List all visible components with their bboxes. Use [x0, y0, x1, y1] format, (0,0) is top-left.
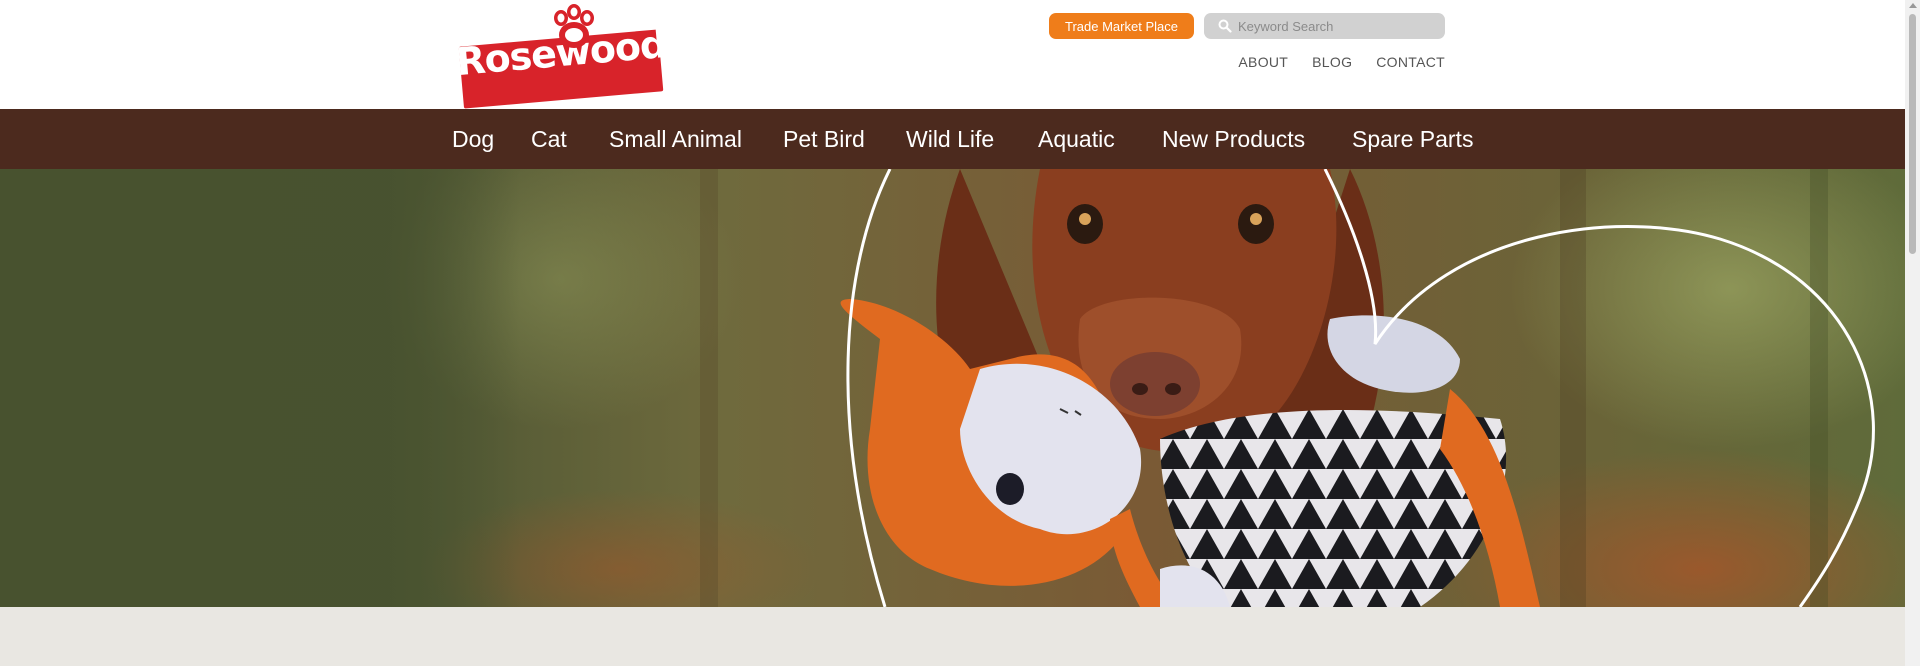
nav-item-cat[interactable]: Cat: [531, 109, 567, 169]
nav-item-pet-bird[interactable]: Pet Bird: [783, 109, 865, 169]
site-header: Rosewood Trade Market Place ABOUT BLOG C…: [0, 0, 1905, 109]
rosewood-logo[interactable]: Rosewood: [454, 2, 668, 109]
nav-item-aquatic[interactable]: Aquatic: [1038, 109, 1115, 169]
vertical-scrollbar[interactable]: [1905, 0, 1920, 666]
main-nav: Dog Cat Small Animal Pet Bird Wild Life …: [0, 109, 1905, 169]
nav-item-dog[interactable]: Dog: [452, 109, 494, 169]
nav-item-small-animal[interactable]: Small Animal: [609, 109, 742, 169]
top-links: ABOUT BLOG CONTACT: [1238, 54, 1445, 70]
about-link[interactable]: ABOUT: [1238, 54, 1288, 70]
nav-item-spare-parts[interactable]: Spare Parts: [1352, 109, 1473, 169]
scroll-up-icon[interactable]: [1909, 3, 1917, 8]
page-content-band: [0, 607, 1905, 666]
nav-item-wild-life[interactable]: Wild Life: [906, 109, 994, 169]
search-icon: [1218, 19, 1232, 33]
blog-link[interactable]: BLOG: [1312, 54, 1352, 70]
scrollbar-thumb[interactable]: [1909, 14, 1916, 254]
hero-banner[interactable]: [0, 169, 1905, 607]
hero-image: [0, 169, 1905, 607]
trade-market-place-button[interactable]: Trade Market Place: [1049, 13, 1194, 39]
paw-icon: [554, 4, 594, 48]
nav-item-new-products[interactable]: New Products: [1162, 109, 1305, 169]
search-box[interactable]: [1204, 13, 1445, 39]
search-input[interactable]: [1238, 18, 1428, 34]
contact-link[interactable]: CONTACT: [1376, 54, 1445, 70]
